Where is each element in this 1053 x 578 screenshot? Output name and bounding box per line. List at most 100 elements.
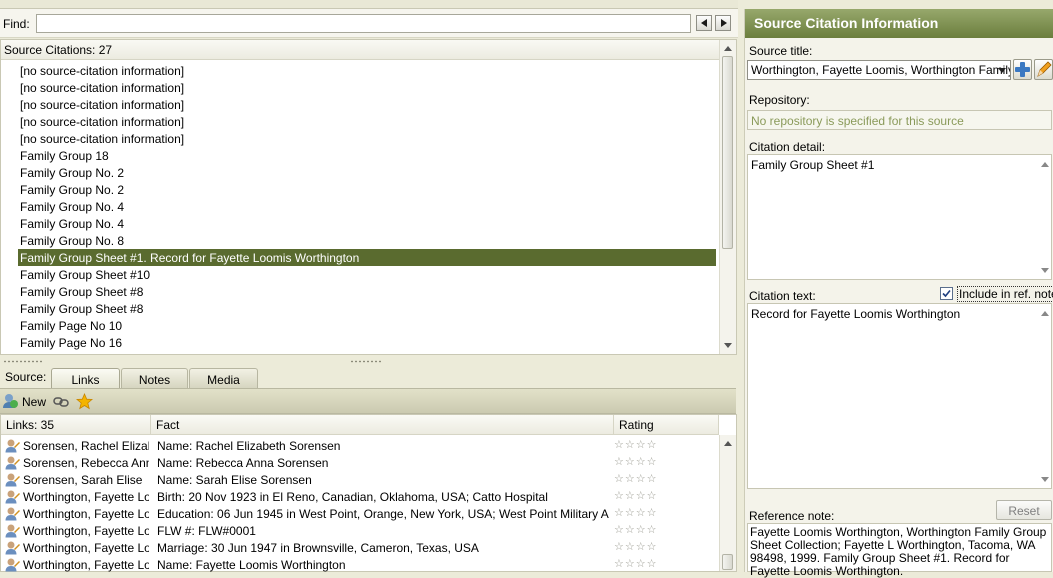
citation-item[interactable]: Family Group No. 4 (18, 215, 716, 232)
scroll-up-icon[interactable] (1041, 311, 1049, 316)
column-header-rating[interactable]: Rating (614, 415, 719, 435)
find-bar: Find: (0, 0, 738, 38)
splitter-grip-center[interactable] (350, 360, 382, 363)
column-header-fact[interactable]: Fact (151, 415, 614, 435)
table-row[interactable]: Worthington, Fayette Lo... Education: 06 … (1, 505, 719, 522)
scroll-thumb[interactable] (722, 56, 733, 249)
table-row[interactable]: Worthington, Fayette Lo... Birth: 20 Nov … (1, 488, 719, 505)
person-link-icon (5, 438, 20, 453)
citation-item[interactable]: Family Group Sheet #1. Record for Fayett… (18, 249, 716, 266)
reference-note-label: Reference note: (749, 509, 835, 523)
citations-scrollbar[interactable] (719, 40, 736, 354)
links-scrollbar[interactable] (719, 435, 736, 571)
citation-item[interactable]: Family Group Sheet #8 (18, 300, 716, 317)
triangle-left-icon (701, 19, 707, 27)
include-label: Include in ref. note (957, 286, 1053, 302)
tab-links[interactable]: Links (51, 368, 120, 389)
fact-cell: Name: Sarah Elise Sorensen (157, 473, 312, 487)
scroll-down-icon[interactable] (1041, 477, 1049, 482)
rating-stars[interactable]: ☆☆☆☆ (614, 557, 657, 570)
panel-title: Source Citation Information (745, 9, 1053, 38)
citation-item[interactable]: [no source-citation information] (18, 130, 716, 147)
links-table[interactable]: Links: 35 Fact Rating Sorensen, Rachel E… (0, 414, 737, 572)
rating-stars[interactable]: ☆☆☆☆ (614, 438, 657, 451)
rating-stars[interactable]: ☆☆☆☆ (614, 540, 657, 553)
person-cell: Worthington, Fayette Lo... (23, 490, 149, 504)
new-person-icon (3, 394, 18, 408)
citation-item[interactable]: Family Group No. 4 (18, 198, 716, 215)
edit-source-button[interactable] (1034, 59, 1053, 80)
scroll-down-icon[interactable] (1041, 268, 1049, 273)
person-link-icon (5, 557, 20, 572)
citation-item[interactable]: Family Page No 10 (18, 317, 716, 334)
new-link-button[interactable]: New (2, 393, 46, 411)
table-row[interactable]: Worthington, Fayette Lo... FLW #: FLW#000… (1, 522, 719, 539)
tab-media[interactable]: Media (189, 368, 258, 388)
citation-item[interactable]: Family Group No. 2 (18, 164, 716, 181)
find-input[interactable] (36, 14, 691, 33)
source-title-select[interactable]: Worthington, Fayette Loomis, Worthington… (747, 60, 1011, 80)
citation-text-label: Citation text: (749, 289, 816, 303)
citation-item[interactable]: [no source-citation information] (18, 113, 716, 130)
person-cell: Sorensen, Rachel Elizab... (23, 439, 149, 453)
rating-stars[interactable]: ☆☆☆☆ (614, 455, 657, 468)
checkmark-icon (942, 289, 951, 298)
scroll-up-icon[interactable] (724, 46, 732, 51)
find-next-button[interactable] (715, 15, 731, 31)
table-row[interactable]: Sorensen, Rachel Elizab... Name: Rachel E… (1, 437, 719, 454)
citation-item[interactable]: Family Group No. 8 (18, 232, 716, 249)
column-header-links[interactable]: Links: 35 (1, 415, 151, 435)
table-row[interactable]: Sorensen, Rebecca Anna Name: Rebecca Anna… (1, 454, 719, 471)
rating-stars[interactable]: ☆☆☆☆ (614, 523, 657, 536)
person-cell: Worthington, Fayette Lo... (23, 507, 149, 521)
rating-stars[interactable]: ☆☆☆☆ (614, 472, 657, 485)
find-label: Find: (3, 17, 30, 31)
source-title-value: Worthington, Fayette Loomis, Worthington… (751, 63, 1011, 77)
rating-stars[interactable]: ☆☆☆☆ (614, 506, 657, 519)
person-link-icon (5, 455, 20, 470)
person-link-icon (5, 523, 20, 538)
tab-notes[interactable]: Notes (121, 368, 188, 388)
scroll-up-icon[interactable] (1041, 162, 1049, 167)
citation-detail-textarea[interactable]: Family Group Sheet #1 (747, 154, 1052, 280)
person-cell: Worthington, Fayette Lo... (23, 541, 149, 555)
citation-item[interactable]: [no source-citation information] (18, 62, 716, 79)
splitter-grip[interactable] (3, 360, 43, 363)
citation-text-textarea[interactable]: Record for Fayette Loomis Worthington (747, 303, 1052, 489)
link-icon[interactable] (53, 395, 69, 409)
reference-note-textarea[interactable]: Fayette Loomis Worthington, Worthington … (747, 523, 1052, 578)
citation-text-value: Record for Fayette Loomis Worthington (751, 307, 961, 321)
reset-button[interactable]: Reset (996, 500, 1052, 520)
rating-stars[interactable]: ☆☆☆☆ (614, 489, 657, 502)
person-link-icon (5, 489, 20, 504)
chevron-down-icon (998, 68, 1006, 73)
scroll-thumb[interactable] (722, 554, 733, 570)
table-row[interactable]: Worthington, Fayette Lo... Marriage: 30 J… (1, 539, 719, 556)
include-checkbox[interactable] (940, 287, 953, 300)
citation-item[interactable]: Family Group Sheet #8 (18, 283, 716, 300)
citation-item[interactable]: [no source-citation information] (18, 79, 716, 96)
citation-item[interactable]: Family Group Sheet #10 (18, 266, 716, 283)
links-toolbar: New (0, 388, 736, 414)
source-label: Source: (5, 370, 47, 384)
add-source-button[interactable] (1013, 59, 1032, 80)
fact-cell: Education: 06 Jun 1945 in West Point, Or… (157, 507, 609, 521)
table-row[interactable]: Sorensen, Sarah Elise Name: Sarah Elise S… (1, 471, 719, 488)
person-link-icon (5, 540, 20, 555)
scroll-up-icon[interactable] (724, 441, 732, 446)
citation-item[interactable]: Family Page No 16 (18, 334, 716, 351)
triangle-right-icon (721, 19, 727, 27)
citation-item[interactable]: Family Group No. 2 (18, 181, 716, 198)
source-citations-list[interactable]: Source Citations: 27 [no source-citation… (0, 39, 737, 355)
citation-detail-value: Family Group Sheet #1 (751, 158, 875, 172)
plus-icon (1015, 62, 1030, 77)
citation-item[interactable]: [no source-citation information] (18, 96, 716, 113)
repository-field[interactable]: No repository is specified for this sour… (747, 110, 1052, 130)
star-icon[interactable] (76, 393, 93, 410)
table-row[interactable]: Worthington, Fayette Lo... Name: Fayette … (1, 556, 719, 573)
person-link-icon (5, 472, 20, 487)
citation-item[interactable]: Family Group 18 (18, 147, 716, 164)
scroll-down-icon[interactable] (724, 343, 732, 348)
top-rule (0, 0, 738, 9)
find-previous-button[interactable] (696, 15, 712, 31)
